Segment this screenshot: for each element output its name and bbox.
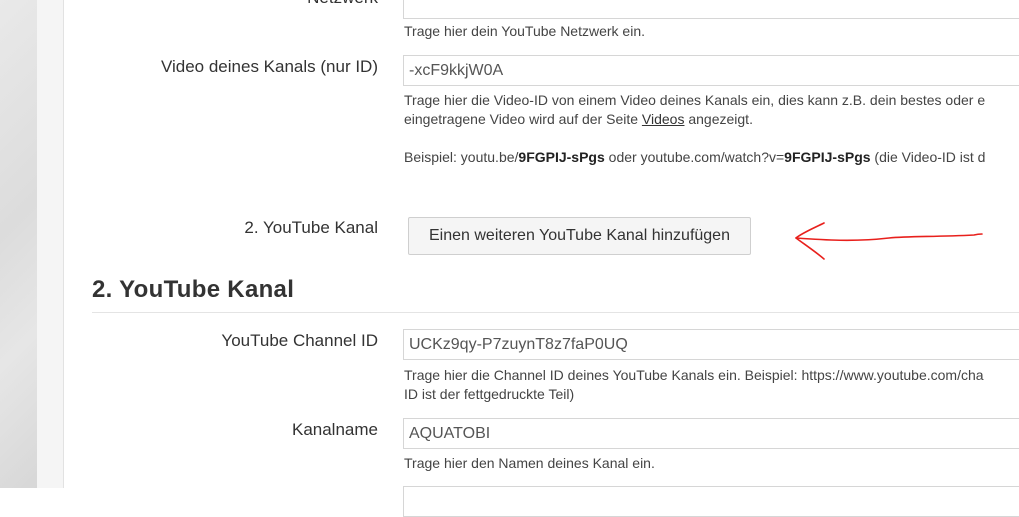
example-id-1: 9FGPIJ-sPgs <box>518 149 605 165</box>
channel-id-input[interactable]: UCKz9qy-P7zuynT8z7faP0UQ <box>403 329 1019 360</box>
section-title: 2. YouTube Kanal <box>92 276 295 303</box>
network-help: Trage hier dein YouTube Netzwerk ein. <box>404 23 645 39</box>
video-help-text: eingetragene Video wird auf der Seite <box>404 111 642 127</box>
example-suffix: (die Video-ID ist d <box>870 149 986 165</box>
channel-name-label: Kanalname <box>291 420 378 439</box>
page-margin <box>37 0 64 488</box>
annotation-arrow-icon <box>795 222 983 260</box>
example-middle: oder youtube.com/watch?v= <box>604 149 785 165</box>
section-divider <box>92 312 1019 313</box>
next-field-input[interactable] <box>403 486 1019 517</box>
video-example: Beispiel: youtu.be/9FGPIJ-sPgs oder yout… <box>404 148 1019 167</box>
videos-link[interactable]: Videos <box>642 111 685 127</box>
background-pattern <box>0 0 37 488</box>
channel-name-help: Trage hier den Namen deines Kanal ein. <box>404 455 655 471</box>
channel-name-input[interactable]: AQUATOBI <box>403 418 1019 449</box>
video-label: Video deines Kanals (nur ID) <box>160 57 378 76</box>
network-input[interactable] <box>403 0 1019 19</box>
channel-id-help-line2: ID ist der fettgedruckte Teil) <box>404 386 575 402</box>
video-help-line2: eingetragene Video wird auf der Seite Vi… <box>404 110 1019 129</box>
second-channel-label: 2. YouTube Kanal <box>244 218 378 237</box>
channel-id-help-line1: Trage hier die Channel ID deines YouTube… <box>404 367 984 383</box>
video-help-line1: Trage hier die Video-ID von einem Video … <box>404 92 986 108</box>
channel-id-label: YouTube Channel ID <box>221 331 378 350</box>
add-channel-button[interactable]: Einen weiteren YouTube Kanal hinzufügen <box>408 217 751 255</box>
form-container: Netzwerk Trage hier dein YouTube Netzwer… <box>64 0 1019 517</box>
video-help-text-end: angezeigt. <box>684 111 753 127</box>
network-label: Netzwerk <box>64 0 378 8</box>
example-prefix: Beispiel: youtu.be/ <box>404 149 519 165</box>
video-id-input[interactable]: -xcF9kkjW0A <box>403 55 1019 86</box>
example-id-2: 9FGPIJ-sPgs <box>784 149 871 165</box>
